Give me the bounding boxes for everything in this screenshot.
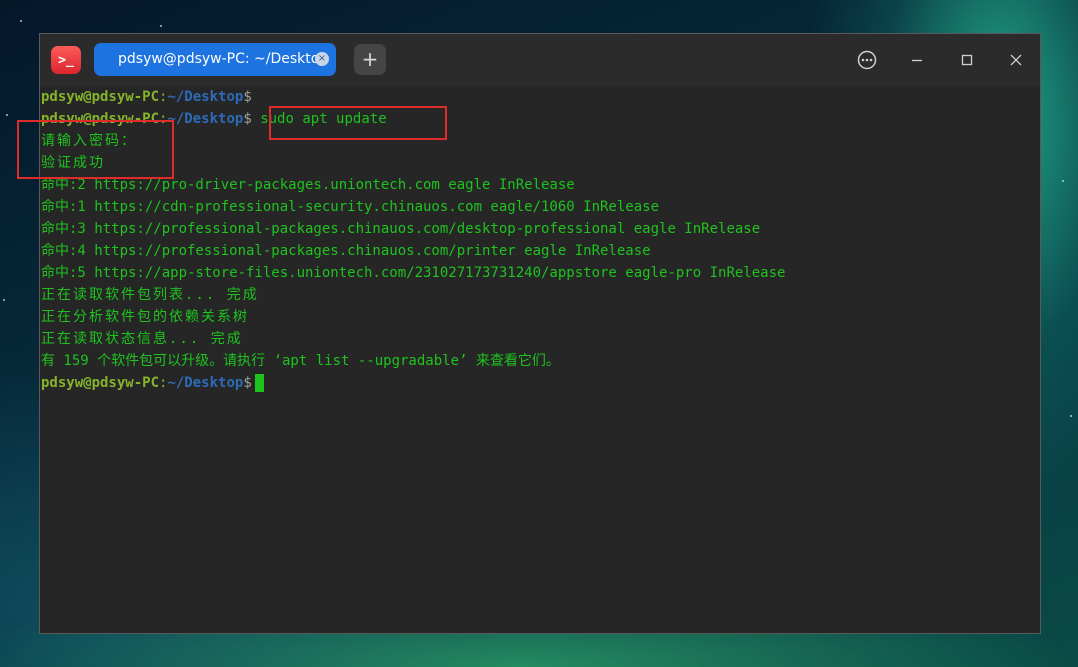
auth-success: 验证成功 (41, 155, 105, 171)
terminal-app-icon: >_ (51, 46, 81, 74)
star (1070, 415, 1072, 417)
prompt-dollar: $ (243, 89, 252, 105)
reading-state-line: 正在读取状态信息... 完成 (41, 331, 243, 347)
password-prompt: 请输入密码： (41, 133, 137, 149)
hit-line: 命中:5 https://app-store-files.uniontech.c… (41, 265, 786, 281)
upgradable-line: 有 159 个软件包可以升级。请执行 ‘apt list --upgradabl… (41, 353, 560, 369)
active-prompt-line: pdsyw@pdsyw-PC:~/Desktop$ (41, 372, 1040, 394)
hit-line: 命中:4 https://professional-packages.china… (41, 243, 651, 259)
star (160, 25, 162, 27)
hit-line: 命中:1 https://cdn-professional-security.c… (41, 199, 660, 215)
tab-close-icon[interactable]: × (315, 52, 329, 66)
close-window-icon[interactable] (1004, 48, 1028, 72)
reading-lists-line: 正在读取软件包列表... 完成 (41, 287, 259, 303)
maximize-icon[interactable] (955, 48, 979, 72)
star (1062, 180, 1064, 182)
prompt-path: ~/Desktop (167, 375, 244, 391)
prompt-dollar: $ (243, 111, 252, 127)
more-options-icon[interactable] (855, 48, 879, 72)
prompt-user: pdsyw@pdsyw-PC (41, 89, 160, 105)
hit-line: 命中:2 https://pro-driver-packages.unionte… (41, 177, 575, 193)
tab-label: pdsyw@pdsyw-PC: ~/Desktop (118, 51, 329, 67)
terminal-output[interactable]: pdsyw@pdsyw-PC:~/Desktop$ pdsyw@pdsyw-PC… (40, 86, 1040, 633)
prompt-line: pdsyw@pdsyw-PC:~/Desktop$ (41, 86, 1040, 108)
prompt-path: ~/Desktop (167, 89, 244, 105)
prompt-path: ~/Desktop (167, 111, 244, 127)
command-line: pdsyw@pdsyw-PC:~/Desktop$ sudo apt updat… (41, 108, 1040, 130)
minimize-icon[interactable] (905, 48, 929, 72)
prompt-dollar: $ (243, 375, 252, 391)
title-bar: >_ pdsyw@pdsyw-PC: ~/Desktop × + (40, 34, 1040, 86)
prompt-user: pdsyw@pdsyw-PC (41, 375, 160, 391)
text-cursor (254, 374, 264, 392)
hit-line: 命中:3 https://professional-packages.china… (41, 221, 761, 237)
auth-highlight-box (17, 120, 174, 179)
terminal-window: >_ pdsyw@pdsyw-PC: ~/Desktop × + pdsyw@p… (17, 33, 1041, 634)
tab-terminal[interactable]: pdsyw@pdsyw-PC: ~/Desktop × (94, 43, 336, 76)
command-highlight-box (269, 106, 447, 140)
star (6, 114, 8, 116)
analyzing-deps-line: 正在分析软件包的依赖关系树 (41, 309, 249, 325)
star (3, 299, 5, 301)
add-tab-button[interactable]: + (354, 44, 386, 75)
star (20, 20, 22, 22)
